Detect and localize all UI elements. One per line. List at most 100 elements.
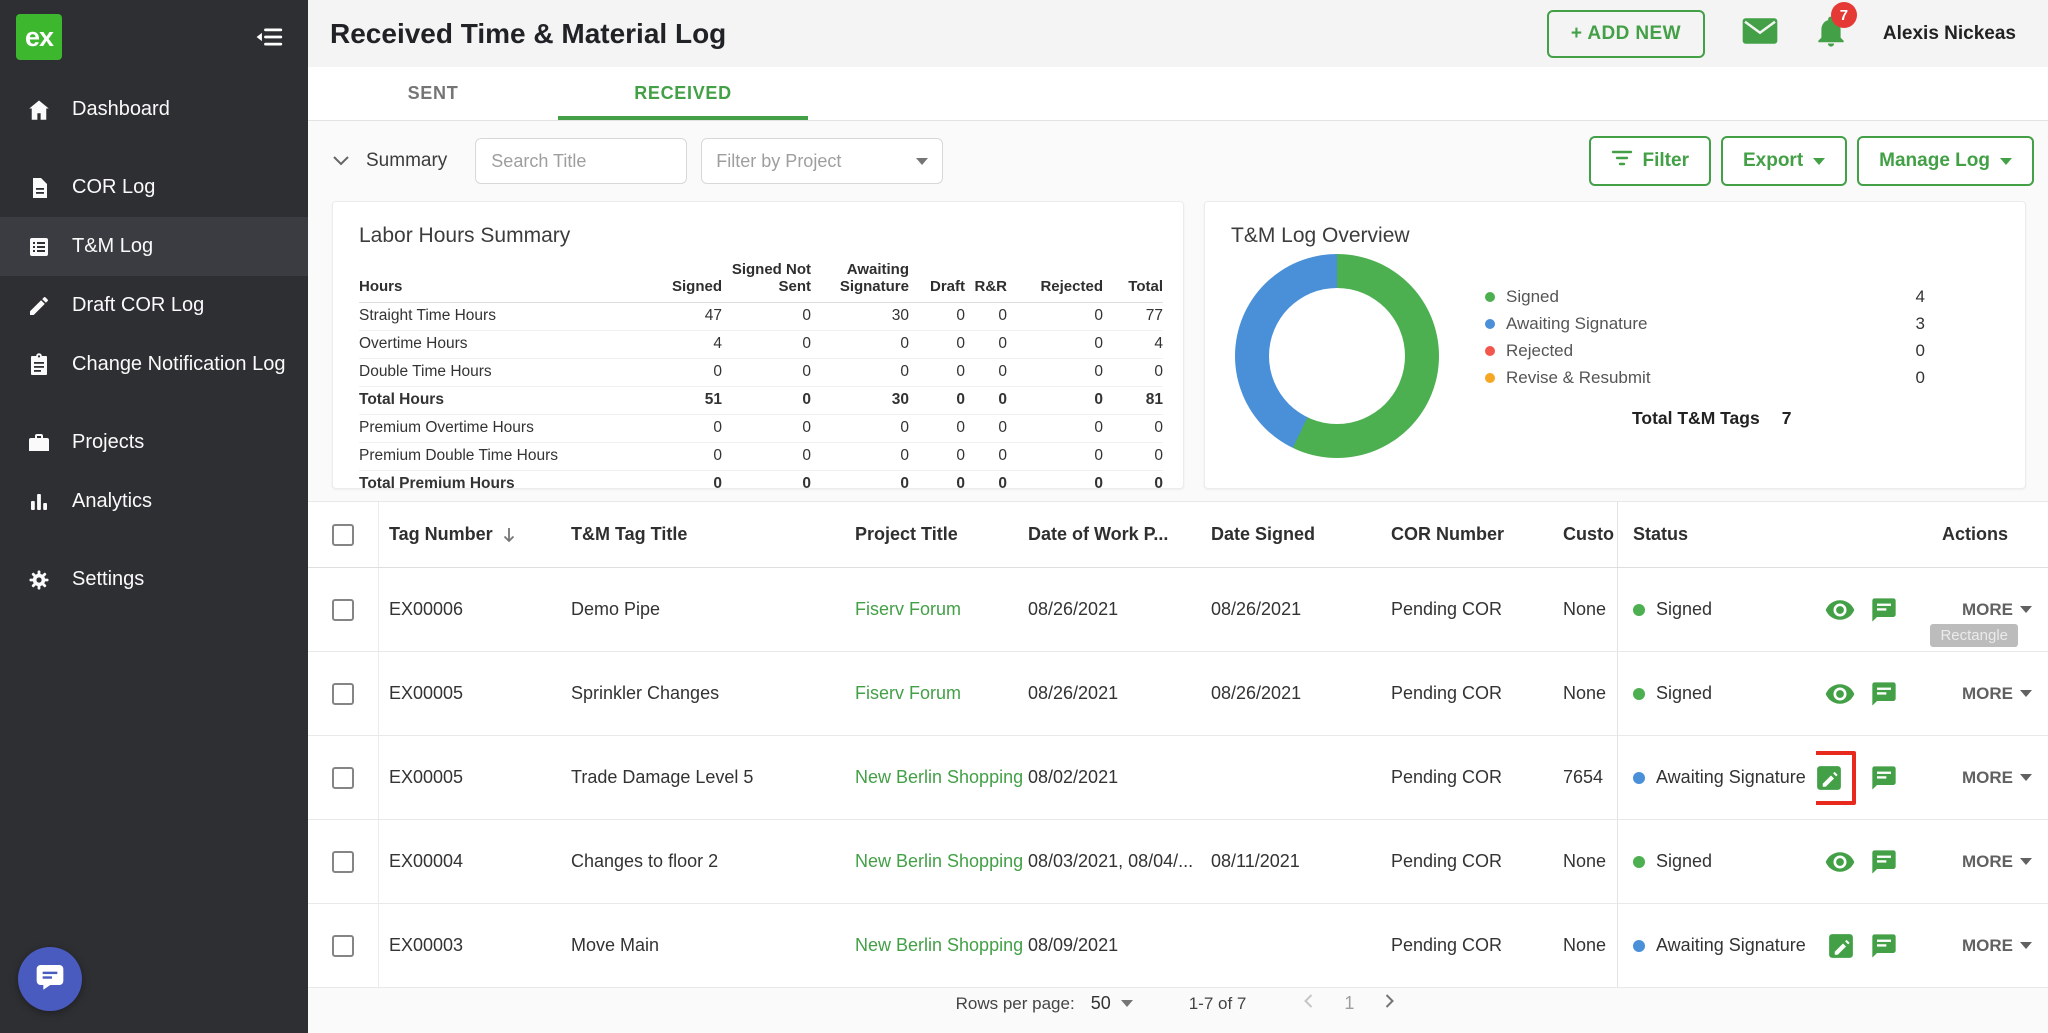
actions-cell: MORE xyxy=(1816,820,2048,903)
sidebar-item-draft-cor-log[interactable]: Draft COR Log xyxy=(0,276,308,335)
legend-item-rejected: Rejected 0 xyxy=(1485,338,1925,365)
tag-title: Changes to floor 2 xyxy=(571,851,719,872)
col-customer[interactable]: Custo xyxy=(1563,502,1617,567)
customer: None xyxy=(1563,683,1607,704)
rows-per-page-select[interactable]: 50 xyxy=(1091,993,1133,1014)
comment-icon[interactable] xyxy=(1870,848,1898,876)
comment-icon[interactable] xyxy=(1870,764,1898,792)
sort-desc-icon[interactable] xyxy=(501,526,517,544)
user-name[interactable]: Alexis Nickeas xyxy=(1883,23,2016,45)
labor-row: Premium Overtime Hours 0 0 0 0 0 0 0 xyxy=(359,414,1163,443)
current-page[interactable]: 1 xyxy=(1344,993,1354,1014)
pager: 1 xyxy=(1298,990,1400,1017)
labor-row: Straight Time Hours 47 0 30 0 0 0 77 xyxy=(359,302,1163,331)
project-link[interactable]: New Berlin Shopping ( xyxy=(855,767,1028,788)
project-link[interactable]: New Berlin Shopping ( xyxy=(855,935,1028,956)
sidebar-item-change-notification-log[interactable]: Change Notification Log xyxy=(0,335,308,394)
date-signed: 08/26/2021 xyxy=(1211,599,1302,620)
sidebar-item-label: Analytics xyxy=(72,490,153,512)
status-label: Awaiting Signature xyxy=(1656,935,1806,956)
sidebar-header: ex xyxy=(0,0,308,74)
labor-row: Premium Double Time Hours 0 0 0 0 0 0 0 xyxy=(359,442,1163,471)
col-date-of-work[interactable]: Date of Work P... xyxy=(1028,502,1211,567)
row-checkbox[interactable] xyxy=(332,682,354,705)
more-button[interactable]: MORE xyxy=(1962,684,2032,704)
labor-header-row: Hours Signed Signed Not Sent Awaiting Si… xyxy=(359,258,1163,303)
date-signed xyxy=(1211,736,1391,819)
filter-icon xyxy=(1611,149,1633,173)
legend-dot-awaiting xyxy=(1485,319,1495,330)
prev-page-button[interactable] xyxy=(1298,990,1320,1017)
chat-launcher-button[interactable] xyxy=(18,947,82,1011)
project-filter-select[interactable]: Filter by Project xyxy=(701,138,944,185)
sidebar-item-analytics[interactable]: Analytics xyxy=(0,472,308,531)
sidebar-collapse-icon[interactable] xyxy=(254,24,284,50)
add-new-button[interactable]: + ADD NEW xyxy=(1546,9,1705,58)
col-project-title[interactable]: Project Title xyxy=(855,502,1028,567)
col-tag-number[interactable]: Tag Number xyxy=(379,502,571,567)
notifications-button[interactable]: 7 xyxy=(1815,2,1857,53)
tag-number: EX00005 xyxy=(389,683,464,704)
col-tag-title[interactable]: T&M Tag Title xyxy=(571,502,855,567)
date-of-work: 08/26/2021 xyxy=(1028,683,1119,704)
more-button[interactable]: MORE xyxy=(1962,936,2032,956)
view-icon[interactable] xyxy=(1824,681,1856,707)
project-link[interactable]: New Berlin Shopping ( xyxy=(855,851,1028,872)
sidebar-item-dashboard[interactable]: Dashboard xyxy=(0,80,308,139)
customer: None xyxy=(1563,935,1607,956)
page-range-label: 1-7 of 7 xyxy=(1188,993,1247,1013)
status-label: Signed xyxy=(1656,851,1713,872)
next-page-button[interactable] xyxy=(1378,990,1400,1017)
comment-icon[interactable] xyxy=(1870,932,1898,960)
row-checkbox[interactable] xyxy=(332,934,354,957)
more-button[interactable]: MORE xyxy=(1962,768,2032,788)
more-button[interactable]: MORE xyxy=(1962,852,2032,872)
view-icon[interactable] xyxy=(1824,849,1856,875)
annotation-rectangle-label: Rectangle xyxy=(1930,624,2018,648)
row-checkbox[interactable] xyxy=(332,766,354,789)
row-checkbox[interactable] xyxy=(332,850,354,873)
tag-number: EX00006 xyxy=(389,599,464,620)
view-icon[interactable] xyxy=(1824,597,1856,623)
labor-row: Overtime Hours 4 0 0 0 0 0 4 xyxy=(359,330,1163,359)
sidebar-item-label: Draft COR Log xyxy=(72,294,205,316)
summary-collapse-icon[interactable] xyxy=(332,155,350,167)
comment-icon[interactable] xyxy=(1870,680,1898,708)
search-input[interactable] xyxy=(475,138,688,185)
comment-icon[interactable] xyxy=(1870,596,1898,624)
tab-sent[interactable]: SENT xyxy=(308,67,558,120)
more-button[interactable]: MORE xyxy=(1962,600,2032,620)
sidebar-item-projects[interactable]: Projects xyxy=(0,413,308,472)
sign-icon[interactable] xyxy=(1816,763,1844,793)
project-link[interactable]: Fiserv Forum xyxy=(855,683,961,704)
col-date-signed[interactable]: Date Signed xyxy=(1211,502,1391,567)
app-logo: ex xyxy=(16,14,62,60)
page-title: Received Time & Material Log xyxy=(330,17,727,49)
filter-button[interactable]: Filter xyxy=(1588,136,1711,187)
messages-button[interactable] xyxy=(1741,16,1779,51)
export-button[interactable]: Export xyxy=(1720,136,1848,187)
sidebar-item-settings[interactable]: Settings xyxy=(0,550,308,609)
col-cor-number[interactable]: COR Number xyxy=(1391,502,1563,567)
chevron-down-icon xyxy=(2020,774,2032,782)
sign-icon[interactable] xyxy=(1826,931,1856,961)
sidebar-item-tm-log[interactable]: T&M Log xyxy=(0,217,308,276)
col-status[interactable]: Status xyxy=(1617,502,1816,568)
clipboard-icon xyxy=(26,352,52,378)
sidebar-item-cor-log[interactable]: COR Log xyxy=(0,158,308,217)
manage-log-button[interactable]: Manage Log xyxy=(1857,136,2034,187)
chevron-down-icon xyxy=(1813,157,1826,165)
table-row: EX00005 Trade Damage Level 5 New Berlin … xyxy=(308,736,2048,821)
tm-status-donut-chart xyxy=(1235,254,1439,459)
date-signed xyxy=(1211,904,1391,987)
date-signed: 08/26/2021 xyxy=(1211,683,1302,704)
select-all-checkbox[interactable] xyxy=(332,523,354,546)
overview-content: Signed 4 Awaiting Signature 3 Rejected 0 xyxy=(1231,254,1999,459)
row-checkbox[interactable] xyxy=(332,598,354,621)
table-row: EX00004 Changes to floor 2 New Berlin Sh… xyxy=(308,820,2048,905)
project-link[interactable]: Fiserv Forum xyxy=(855,599,961,620)
tag-title: Trade Damage Level 5 xyxy=(571,767,754,788)
tab-received[interactable]: RECEIVED xyxy=(558,67,808,121)
status-dot xyxy=(1633,939,1645,952)
customer: None xyxy=(1563,851,1607,872)
